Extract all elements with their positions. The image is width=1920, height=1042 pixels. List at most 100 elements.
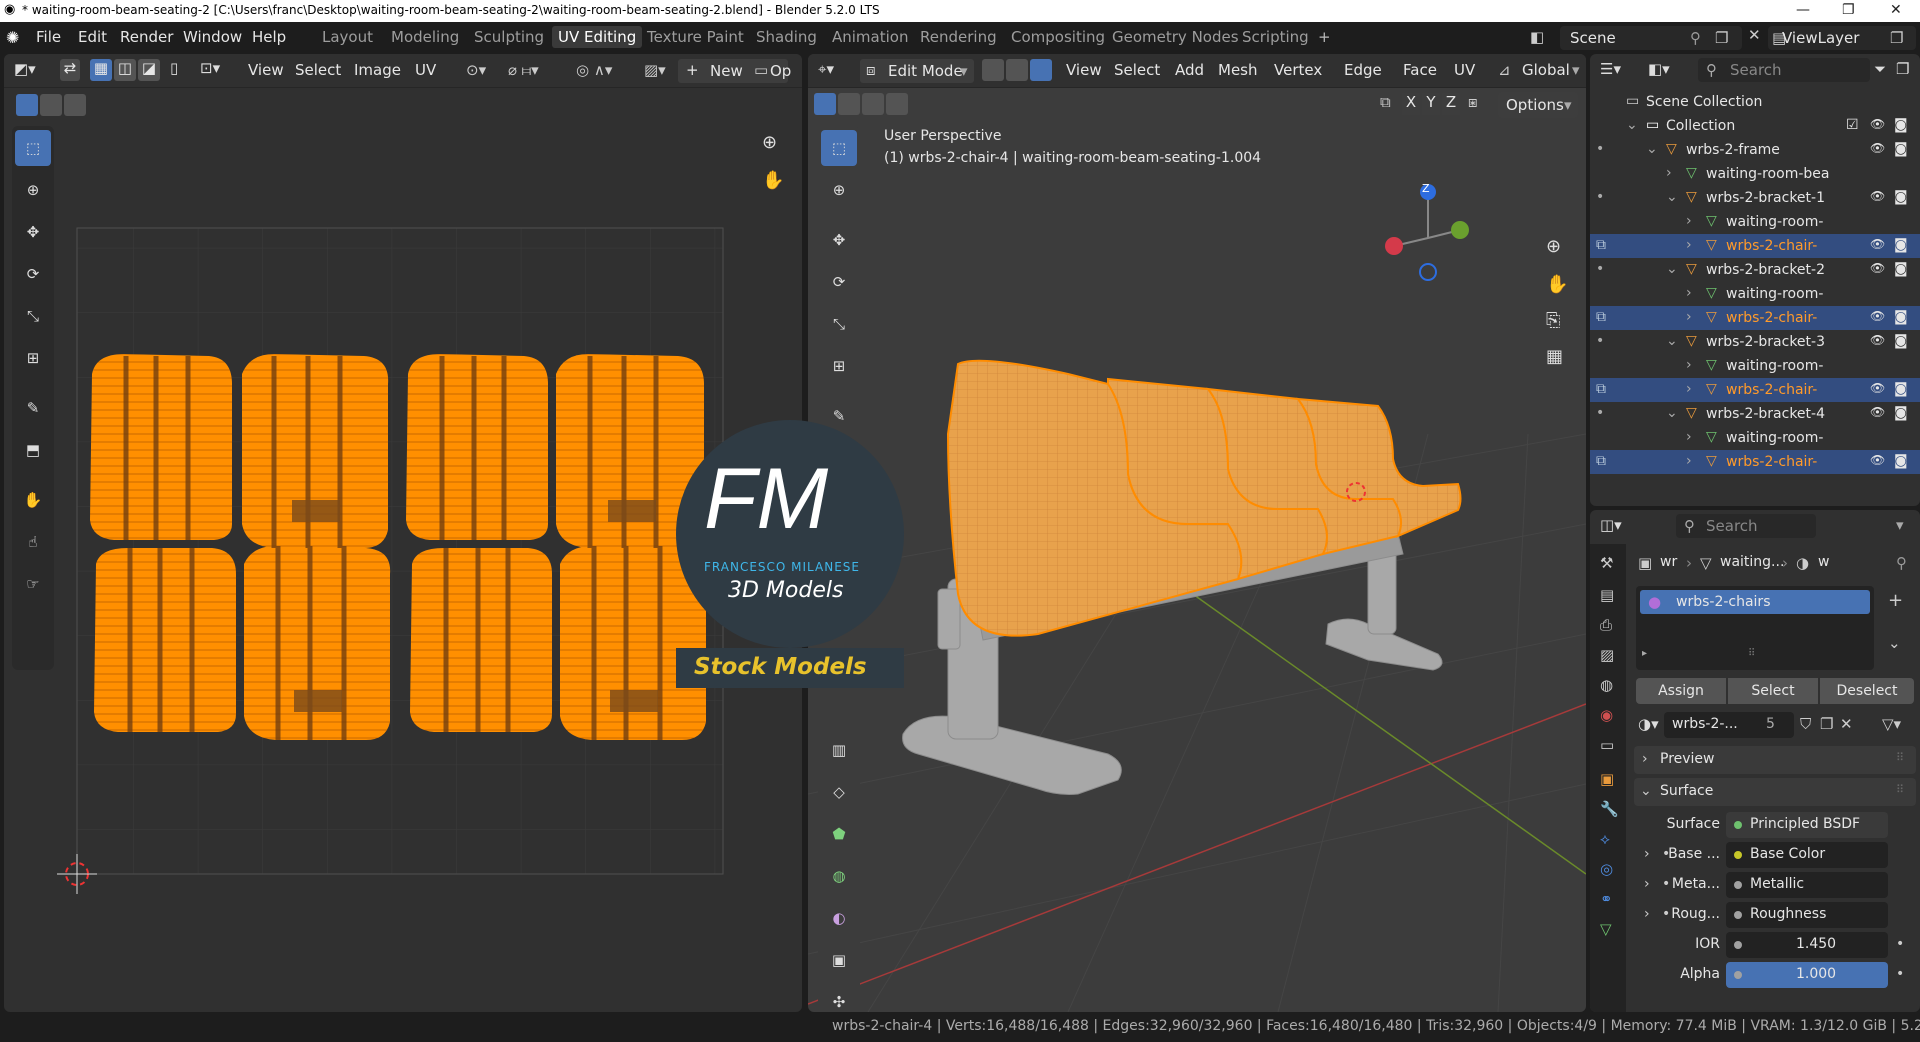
exclude-checkbox[interactable]: ☑ — [1846, 117, 1859, 133]
chevron-right-icon[interactable]: › — [1686, 381, 1692, 397]
outliner-row[interactable]: ⧉ › ▽ wrbs-2-chair- 👁 ◙ — [1590, 306, 1920, 330]
outliner-row[interactable]: › ▽ waiting-room- — [1590, 426, 1920, 450]
preview-panel-header[interactable]: › Preview ⠿ — [1634, 746, 1916, 774]
outliner-search-input[interactable]: ⚲ Search — [1698, 58, 1870, 82]
vp-zoom-icon[interactable]: ⊕ — [1546, 236, 1561, 257]
smooth-tool-icon[interactable]: ◐ — [821, 900, 857, 936]
chevron-right-icon[interactable]: › — [1686, 237, 1692, 253]
modifiers-tab-icon[interactable]: 🔧 — [1600, 800, 1619, 818]
chevron-right-icon[interactable]: › — [1686, 213, 1692, 229]
menu-file[interactable]: File — [36, 28, 61, 46]
chevron-down-icon[interactable]: ⌄ — [1626, 117, 1638, 133]
surface-property-field[interactable]: Roughness — [1726, 902, 1888, 928]
chevron-right-icon[interactable]: › — [1686, 309, 1692, 325]
render-camera-icon[interactable]: ◙ — [1894, 333, 1908, 349]
outliner-row[interactable]: • ⌄ ▽ wrbs-2-bracket-2 👁 ◙ — [1590, 258, 1920, 282]
3d-viewport[interactable]: ⌖▾ ⧈ Edit Mode ▾ View Select Add Mesh Ve… — [808, 54, 1586, 1012]
material-slot-item[interactable]: ● wrbs-2-chairs — [1640, 590, 1870, 614]
tab-modeling[interactable]: Modeling — [391, 28, 459, 46]
output-tab-icon[interactable]: ⎙ — [1600, 616, 1612, 634]
edit-mode-indicator-icon[interactable]: ⧉ — [1596, 237, 1606, 253]
loop-cut-tool-icon[interactable]: ▥ — [821, 732, 857, 768]
outliner-row[interactable]: • ⌄ ▽ wrbs-2-bracket-3 👁 ◙ — [1590, 330, 1920, 354]
vp-pan-icon[interactable]: ✋ — [1546, 274, 1568, 295]
chevron-down-icon[interactable]: ⌄ — [1666, 261, 1678, 277]
keyframe-dot-icon[interactable]: • — [1896, 936, 1904, 952]
data-tab-icon[interactable]: ▽ — [1600, 920, 1612, 938]
edit-mode-indicator-icon[interactable]: ⧉ — [1596, 309, 1606, 325]
menu-render[interactable]: Render — [120, 28, 173, 46]
vp-cursor-tool-icon[interactable]: ⊕ — [821, 172, 857, 208]
outliner-row[interactable]: › ▽ waiting-room- — [1590, 210, 1920, 234]
pin-icon[interactable]: ⚲ — [1690, 29, 1701, 47]
navigation-gizmo[interactable] — [1385, 184, 1469, 281]
physics-tab-icon[interactable]: ◎ — [1600, 860, 1613, 878]
chevron-right-icon[interactable]: › — [1686, 285, 1692, 301]
vp-move-tool-icon[interactable]: ✥ — [821, 222, 857, 258]
edit-mode-indicator-icon[interactable]: ⧉ — [1596, 381, 1606, 397]
chevron-down-icon[interactable]: ⌄ — [1646, 141, 1658, 157]
edit-mode-indicator-icon[interactable]: ⧉ — [1596, 453, 1606, 469]
vp-transform-tool-icon[interactable]: ⊞ — [821, 348, 857, 384]
browse-material-icon[interactable]: ◑▾ — [1638, 715, 1659, 733]
outliner-row[interactable]: ⧉ › ▽ wrbs-2-chair- 👁 ◙ — [1590, 234, 1920, 258]
viewport-scene[interactable] — [808, 54, 1586, 1012]
spin-tool-icon[interactable]: ◍ — [821, 858, 857, 894]
expand-input-icon[interactable]: › — [1644, 906, 1650, 922]
props-options-chevron-icon[interactable]: ▾ — [1896, 516, 1904, 534]
tab-compositing[interactable]: Compositing — [1011, 28, 1105, 46]
tab-animation[interactable]: Animation — [832, 28, 908, 46]
properties-editor-icon[interactable]: ◫▾ — [1600, 516, 1622, 534]
surface-property-field[interactable]: 1.450 — [1726, 932, 1888, 958]
row-dot-icon[interactable]: • — [1596, 261, 1604, 277]
outliner-row[interactable]: • ⌄ ▽ wrbs-2-frame 👁 ◙ — [1590, 138, 1920, 162]
expand-list-icon[interactable]: ▸ — [1642, 648, 1647, 659]
visibility-eye-icon[interactable]: 👁 — [1870, 261, 1885, 275]
outliner-row[interactable]: • ⌄ ▽ wrbs-2-bracket-1 👁 ◙ — [1590, 186, 1920, 210]
outliner-row[interactable]: • ⌄ ▽ wrbs-2-bracket-4 👁 ◙ — [1590, 402, 1920, 426]
outliner-row[interactable]: › ▽ waiting-room-bea — [1590, 162, 1920, 186]
poly-build-tool-icon[interactable]: ⬟ — [821, 816, 857, 852]
chevron-right-icon[interactable]: › — [1686, 453, 1692, 469]
surface-panel-header[interactable]: ⌄ Surface ⠿ — [1634, 778, 1916, 806]
add-workspace-icon[interactable]: + — [1318, 28, 1331, 46]
maximize-icon[interactable]: ❐ — [1842, 2, 1855, 18]
vp-rotate-tool-icon[interactable]: ⟳ — [821, 264, 857, 300]
keyframe-dot-icon[interactable]: • — [1896, 966, 1904, 982]
visibility-eye-icon[interactable]: 👁 — [1870, 237, 1885, 251]
edge-slide-tool-icon[interactable]: ▣ — [821, 942, 857, 978]
select-button[interactable]: Select — [1728, 678, 1818, 704]
surface-property-field[interactable]: Principled BSDF — [1726, 812, 1888, 838]
object-tab-icon[interactable]: ▣ — [1600, 770, 1614, 788]
outliner-editor-icon[interactable]: ☰▾ — [1600, 60, 1621, 78]
unlink-material-icon[interactable]: ✕ — [1840, 715, 1853, 733]
chevron-down-icon[interactable]: ⌄ — [1666, 405, 1678, 421]
outliner-row[interactable]: › ▽ waiting-room- — [1590, 282, 1920, 306]
particles-tab-icon[interactable]: ⟡ — [1600, 830, 1610, 848]
tab-geometry-nodes[interactable]: Geometry Nodes — [1112, 28, 1239, 46]
duplicate-material-icon[interactable]: ❐ — [1820, 715, 1833, 733]
outliner-row[interactable]: ⌄ ▭ Collection ☑ 👁 ◙ — [1590, 114, 1920, 138]
ortho-toggle-icon[interactable]: ▦ — [1546, 346, 1563, 367]
slot-menu-chevron-icon[interactable]: ⌄ — [1888, 634, 1901, 652]
visibility-eye-icon[interactable]: 👁 — [1870, 117, 1885, 131]
render-camera-icon[interactable]: ◙ — [1894, 453, 1908, 469]
new-collection-icon[interactable]: ❐ — [1896, 60, 1909, 78]
material-name-field[interactable]: wrbs-2-... 5 — [1664, 712, 1794, 738]
visibility-eye-icon[interactable]: 👁 — [1870, 309, 1885, 323]
surface-property-field[interactable]: Base Color — [1726, 842, 1888, 868]
row-dot-icon[interactable]: • — [1596, 189, 1604, 205]
render-camera-icon[interactable]: ◙ — [1894, 309, 1908, 325]
knife-tool-icon[interactable]: ◇ — [821, 774, 857, 810]
render-camera-icon[interactable]: ◙ — [1894, 261, 1908, 277]
tab-texture-paint[interactable]: Texture Paint — [647, 28, 744, 46]
tab-layout[interactable]: Layout — [322, 28, 373, 46]
properties-search-input[interactable]: ⚲ Search — [1676, 514, 1816, 538]
menu-window[interactable]: Window — [183, 28, 242, 46]
scene-icon[interactable]: ◧ — [1530, 28, 1544, 46]
view-layer-tab-icon[interactable]: ▨ — [1600, 646, 1614, 664]
render-camera-icon[interactable]: ◙ — [1894, 381, 1908, 397]
outliner-row[interactable]: ⧉ › ▽ wrbs-2-chair- 👁 ◙ — [1590, 450, 1920, 474]
outliner[interactable]: ☰▾ ◧▾ ⚲ Search ⏷ ❐ ▭ Scene Collection ⌄ ▭ Co… — [1590, 54, 1920, 506]
resize-handle-icon[interactable]: ⠿ — [1748, 648, 1755, 659]
